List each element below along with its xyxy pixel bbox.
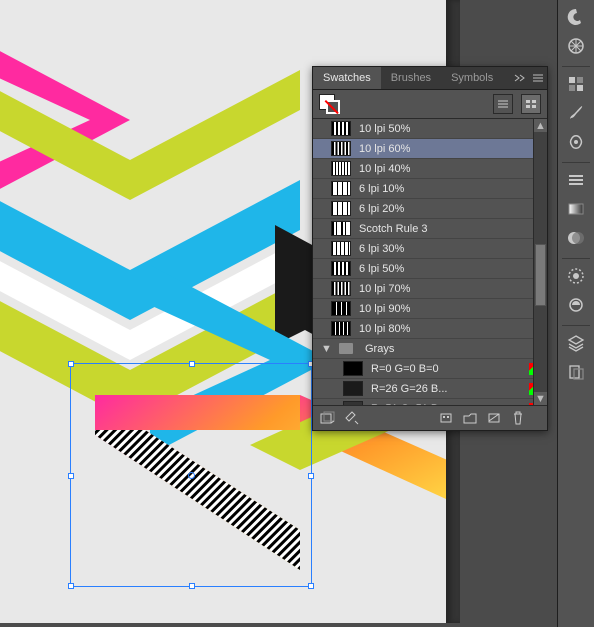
swatch-row[interactable]: R=51 G=51 B... — [313, 399, 547, 406]
folder-icon — [339, 343, 353, 354]
swatch-preview — [331, 181, 351, 196]
scrollbar[interactable]: ▲ ▼ — [533, 119, 547, 405]
swatch-row[interactable]: R=26 G=26 B... — [313, 379, 547, 399]
brushes-icon[interactable] — [562, 100, 590, 126]
list-view-button[interactable] — [493, 94, 513, 114]
swatch-preview — [331, 121, 351, 136]
swatch-preview — [331, 281, 351, 296]
swatch-options-button[interactable] — [435, 408, 457, 428]
swatch-preview — [331, 301, 351, 316]
swatch-label: 10 lpi 50% — [359, 123, 541, 135]
swatch-row[interactable]: Scotch Rule 3 — [313, 219, 547, 239]
chevron-down-icon: ▼ — [321, 343, 331, 355]
swatch-preview — [331, 141, 351, 156]
swatch-row[interactable]: 10 lpi 70% — [313, 279, 547, 299]
new-swatch-button[interactable] — [483, 408, 505, 428]
swatch-label: 10 lpi 70% — [359, 283, 541, 295]
selection-bounding-box[interactable] — [70, 363, 312, 587]
swatch-row[interactable]: 10 lpi 90% — [313, 299, 547, 319]
swatch-row[interactable]: 6 lpi 50% — [313, 259, 547, 279]
scroll-down-button[interactable]: ▼ — [534, 392, 547, 405]
swatch-row[interactable]: 6 lpi 20% — [313, 199, 547, 219]
color-icon[interactable] — [562, 4, 590, 30]
swatch-preview — [343, 361, 363, 376]
fill-stroke-indicator[interactable] — [319, 94, 341, 114]
swatch-preview — [343, 381, 363, 396]
group-label: Grays — [365, 343, 541, 355]
swatch-label: 10 lpi 40% — [359, 163, 541, 175]
graphic-styles-icon[interactable] — [562, 292, 590, 318]
swatch-label: R=51 G=51 B... — [371, 403, 521, 407]
swatch-preview — [331, 161, 351, 176]
swatch-label: R=26 G=26 B... — [371, 383, 521, 395]
swatch-row[interactable]: 10 lpi 40% — [313, 159, 547, 179]
symbols-icon[interactable] — [562, 129, 590, 155]
swatch-label: R=0 G=0 B=0 — [371, 363, 521, 375]
swatch-label: 6 lpi 50% — [359, 263, 541, 275]
new-color-group-button[interactable] — [459, 408, 481, 428]
swatch-label: 10 lpi 90% — [359, 303, 541, 315]
swatch-label: 10 lpi 60% — [359, 143, 541, 155]
swatches-panel: Swatches Brushes Symbols 10 lpi 50%10 lp… — [312, 66, 548, 431]
panel-menu-icon[interactable] — [529, 67, 547, 89]
tab-swatches[interactable]: Swatches — [313, 67, 381, 89]
scroll-thumb[interactable] — [535, 244, 546, 306]
appearance-icon[interactable] — [562, 263, 590, 289]
swatch-row[interactable]: 10 lpi 50% — [313, 119, 547, 139]
swatch-group-row[interactable]: ▼ Grays — [313, 339, 547, 359]
swatch-label: 6 lpi 10% — [359, 183, 541, 195]
swatch-preview — [343, 401, 363, 406]
swatch-kinds-button[interactable] — [341, 408, 363, 428]
transparency-icon[interactable] — [562, 225, 590, 251]
grid-view-button[interactable] — [521, 94, 541, 114]
artboards-icon[interactable] — [562, 359, 590, 385]
panel-tab-bar: Swatches Brushes Symbols — [313, 67, 547, 90]
swatch-label: 6 lpi 30% — [359, 243, 541, 255]
stroke-icon[interactable] — [562, 167, 590, 193]
swatch-preview — [331, 241, 351, 256]
tab-brushes[interactable]: Brushes — [381, 67, 441, 89]
gradient-icon[interactable] — [562, 196, 590, 222]
swatch-label: 6 lpi 20% — [359, 203, 541, 215]
layers-icon[interactable] — [562, 330, 590, 356]
color-guide-icon[interactable] — [562, 33, 590, 59]
swatch-preview — [331, 321, 351, 336]
swatch-libraries-button[interactable] — [317, 408, 339, 428]
delete-swatch-button[interactable] — [507, 408, 529, 428]
swatch-row[interactable]: 10 lpi 60% — [313, 139, 547, 159]
swatch-label: Scotch Rule 3 — [359, 223, 541, 235]
right-panel-dock — [557, 0, 594, 627]
swatches-icon[interactable] — [562, 71, 590, 97]
tab-symbols[interactable]: Symbols — [441, 67, 503, 89]
panel-footer — [313, 406, 547, 430]
scroll-up-button[interactable]: ▲ — [534, 119, 547, 132]
swatch-row[interactable]: 6 lpi 10% — [313, 179, 547, 199]
swatch-label: 10 lpi 80% — [359, 323, 541, 335]
swatch-preview — [331, 221, 351, 236]
swatches-list: 10 lpi 50% 10 lpi 60% 10 lpi 40% 6 lpi 10% 6… — [313, 118, 547, 406]
panel-collapse-icon[interactable] — [511, 67, 529, 89]
swatch-preview — [331, 261, 351, 276]
swatch-row[interactable]: R=0 G=0 B=0 — [313, 359, 547, 379]
swatch-preview — [331, 201, 351, 216]
swatch-row[interactable]: 10 lpi 80% — [313, 319, 547, 339]
panel-header — [313, 90, 547, 118]
swatch-row[interactable]: 6 lpi 30% — [313, 239, 547, 259]
